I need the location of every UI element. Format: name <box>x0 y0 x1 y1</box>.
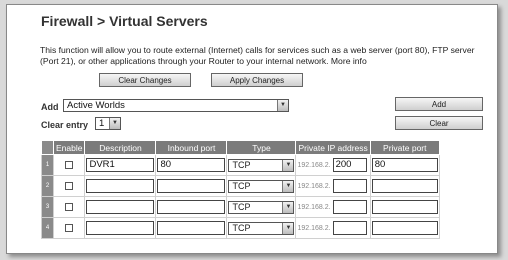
table-header-row: Enable Description Inbound port Type Pri… <box>41 140 440 155</box>
type-value: TCP <box>232 201 251 212</box>
clear-entry-select-value: 1 <box>99 118 105 129</box>
ip-prefix: 192.168.2. <box>297 161 331 169</box>
clear-entry-label: Clear entry <box>41 120 89 130</box>
table-row: 2 TCP ▼ 192.168.2. <box>41 175 440 197</box>
row-number: 2 <box>41 175 54 197</box>
type-select[interactable]: TCP ▼ <box>228 179 295 193</box>
virtual-servers-page: Firewall > Virtual Servers This function… <box>6 4 498 254</box>
service-select[interactable]: Active Worlds ▼ <box>63 99 289 112</box>
inbound-port-input[interactable] <box>157 200 226 214</box>
table-row: 1 DVR1 80 TCP ▼ 192.168.2. 200 80 <box>41 154 440 176</box>
inbound-port-input[interactable] <box>157 179 226 193</box>
private-port-header: Private port <box>369 140 440 155</box>
type-select[interactable]: TCP ▼ <box>228 200 295 214</box>
ip-last-octet-input[interactable]: 200 <box>332 158 367 172</box>
type-value: TCP <box>232 180 251 191</box>
ip-prefix: 192.168.2. <box>297 203 331 211</box>
ip-last-octet-input[interactable] <box>332 200 367 214</box>
clear-button[interactable]: Clear <box>395 116 483 130</box>
ip-last-octet-input[interactable] <box>332 179 367 193</box>
enable-checkbox[interactable] <box>65 203 74 211</box>
type-select[interactable]: TCP ▼ <box>228 221 295 235</box>
clear-entry-select[interactable]: 1 ▼ <box>95 117 121 130</box>
ip-prefix: 192.168.2. <box>297 224 331 232</box>
chevron-down-icon: ▼ <box>277 100 288 111</box>
row-number: 1 <box>41 154 54 176</box>
private-port-input[interactable] <box>371 221 438 235</box>
private-port-input[interactable]: 80 <box>371 158 438 172</box>
chevron-down-icon: ▼ <box>282 201 294 213</box>
inbound-port-input[interactable] <box>157 221 226 235</box>
type-select[interactable]: TCP ▼ <box>228 158 295 172</box>
row-number: 4 <box>41 217 54 239</box>
add-button[interactable]: Add <box>395 97 483 111</box>
private-port-input[interactable] <box>371 179 438 193</box>
inbound-port-header: Inbound port <box>155 140 228 155</box>
description-header: Description <box>84 140 157 155</box>
chevron-down-icon: ▼ <box>282 222 294 234</box>
page-description: This function will allow you to route ex… <box>40 45 475 66</box>
chevron-down-icon: ▼ <box>109 118 120 129</box>
enable-checkbox[interactable] <box>65 224 74 232</box>
type-value: TCP <box>232 159 251 170</box>
chevron-down-icon: ▼ <box>282 159 294 171</box>
enable-checkbox[interactable] <box>65 182 74 190</box>
description-input[interactable]: DVR1 <box>86 158 155 172</box>
row-number-header <box>41 140 54 155</box>
description-input[interactable] <box>86 200 155 214</box>
type-value: TCP <box>232 222 251 233</box>
chevron-down-icon: ▼ <box>282 180 294 192</box>
ip-last-octet-input[interactable] <box>332 221 367 235</box>
service-select-value: Active Worlds <box>67 100 125 111</box>
row-number: 3 <box>41 196 54 218</box>
private-ip-header: Private IP address <box>295 140 371 155</box>
table-row: 4 TCP ▼ 192.168.2. <box>41 217 440 239</box>
enable-header: Enable <box>52 140 86 155</box>
inbound-port-input[interactable]: 80 <box>157 158 226 172</box>
enable-checkbox[interactable] <box>65 161 74 169</box>
virtual-servers-table: Enable Description Inbound port Type Pri… <box>41 140 440 239</box>
add-label: Add <box>41 102 59 112</box>
type-header: Type <box>226 140 297 155</box>
description-input[interactable] <box>86 221 155 235</box>
clear-changes-button[interactable]: Clear Changes <box>99 73 191 87</box>
private-port-input[interactable] <box>371 200 438 214</box>
table-row: 3 TCP ▼ 192.168.2. <box>41 196 440 218</box>
page-title: Firewall > Virtual Servers <box>41 13 208 29</box>
description-input[interactable] <box>86 179 155 193</box>
ip-prefix: 192.168.2. <box>297 182 331 190</box>
apply-changes-button[interactable]: Apply Changes <box>211 73 303 87</box>
